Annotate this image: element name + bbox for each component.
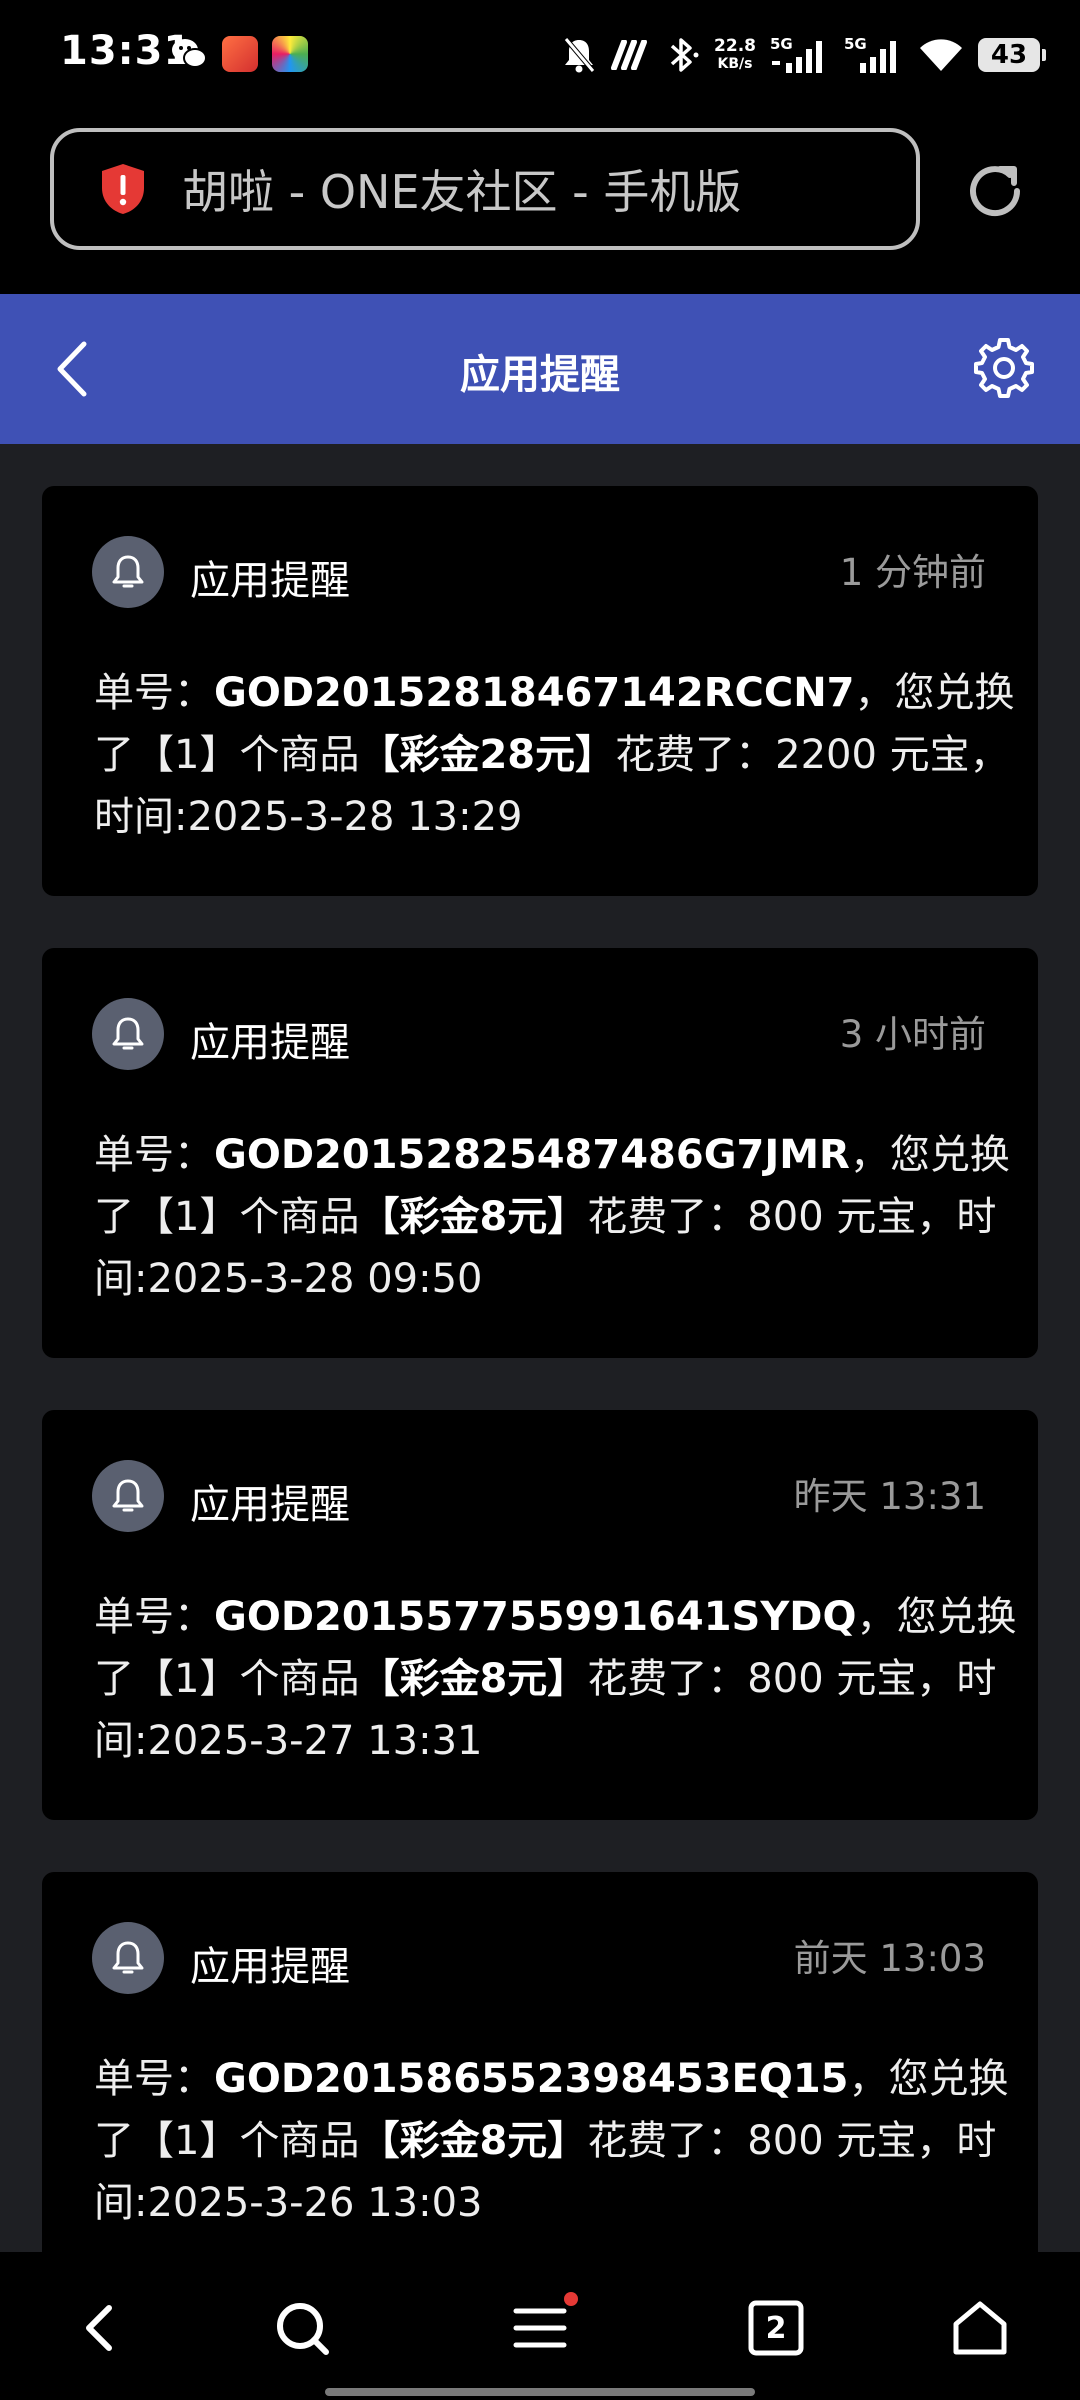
app-notification-icon	[222, 36, 258, 72]
order-number: GOD201586552398453EQ15	[214, 2056, 849, 2102]
notification-card[interactable]: 应用提醒 昨天 13:31 单号：GOD201557755991641SYDQ，…	[42, 1410, 1038, 1820]
notification-message: 单号：GOD20152818467142RCCN7，您兑换了【1】个商品【彩金2…	[94, 662, 1034, 848]
header-title: 应用提醒	[460, 352, 620, 398]
page-title: 胡啦 - ONE友社区 - 手机版	[182, 165, 742, 219]
order-number: GOD20152825487486G7JMR	[214, 1132, 850, 1178]
gear-icon[interactable]	[972, 336, 1036, 400]
bell-icon	[112, 1017, 144, 1050]
net-speed-unit: KB/s	[717, 56, 753, 72]
browser-toolbar: 胡啦 - ONE友社区 - 手机版	[0, 110, 1080, 294]
bell-avatar	[92, 536, 164, 608]
notification-time: 3 小时前	[839, 1013, 986, 1056]
notification-list[interactable]: 应用提醒 1 分钟前 单号：GOD20152818467142RCCN7，您兑换…	[0, 444, 1080, 2252]
wechat-icon	[172, 39, 207, 68]
bell-avatar	[92, 1460, 164, 1532]
order-number: GOD201557755991641SYDQ	[214, 1594, 857, 1640]
bell-icon	[112, 1941, 144, 1974]
nav-search-button[interactable]	[262, 2288, 342, 2368]
net-speed-value: 22.8	[714, 36, 756, 56]
bell-avatar	[92, 998, 164, 1070]
nav-menu-button[interactable]	[500, 2288, 580, 2368]
notification-source: 应用提醒	[190, 1482, 350, 1528]
app-header: 应用提醒	[0, 294, 1080, 444]
home-icon	[953, 2301, 1007, 2355]
order-number: GOD20152818467142RCCN7	[214, 670, 855, 716]
product-name: 【彩金8元】	[359, 2118, 588, 2164]
signal-icon	[772, 41, 822, 73]
nav-tabs-button[interactable]: 2	[736, 2288, 816, 2368]
notification-time: 昨天 13:31	[793, 1475, 986, 1518]
bell-avatar	[92, 1922, 164, 1994]
notification-card[interactable]: 应用提醒 前天 13:03 单号：GOD201586552398453EQ15，…	[42, 1872, 1038, 2252]
sim2-signal: 5G	[844, 35, 904, 75]
nav-back-button[interactable]	[60, 2288, 140, 2368]
browser-bottom-nav: 2	[0, 2252, 1080, 2400]
notification-source: 应用提醒	[190, 1020, 350, 1066]
notification-time: 1 分钟前	[839, 551, 986, 594]
tab-count: 2	[765, 2310, 787, 2346]
signal-icon	[860, 41, 896, 73]
message-prefix: 单号：	[94, 670, 214, 716]
notification-source: 应用提醒	[190, 1944, 350, 1990]
notification-dot	[564, 2292, 578, 2306]
notification-message: 单号：GOD201586552398453EQ15，您兑换了【1】个商品【彩金8…	[94, 2048, 1034, 2234]
bluetooth-icon	[670, 38, 699, 72]
status-bar: 13:31 22.8 KB/s 5G 5G 43	[0, 0, 1080, 110]
shield-alert-icon	[102, 164, 144, 214]
notification-card[interactable]: 应用提醒 3 小时前 单号：GOD20152825487486G7JMR，您兑换…	[42, 948, 1038, 1358]
gesture-bar[interactable]	[325, 2388, 755, 2396]
bell-icon	[112, 555, 144, 588]
notification-message: 单号：GOD201557755991641SYDQ，您兑换了【1】个商品【彩金8…	[94, 1586, 1034, 1772]
message-prefix: 单号：	[94, 2056, 214, 2102]
reload-icon[interactable]	[960, 156, 1030, 226]
notification-message: 单号：GOD20152825487486G7JMR，您兑换了【1】个商品【彩金8…	[94, 1124, 1034, 1310]
chevron-left-icon	[86, 2305, 112, 2351]
search-icon	[277, 2303, 329, 2355]
nfc-icon	[611, 40, 648, 70]
app-notification-icon	[272, 36, 308, 72]
status-indicators: 22.8 KB/s 5G 5G 43	[562, 30, 1046, 80]
address-bar[interactable]: 胡啦 - ONE友社区 - 手机版	[50, 128, 920, 250]
nav-home-button[interactable]	[940, 2288, 1020, 2368]
wifi-icon	[920, 39, 962, 71]
product-name: 【彩金8元】	[359, 1656, 588, 1702]
mute-bell-icon	[564, 37, 595, 73]
network-speed: 22.8 KB/s	[714, 37, 756, 73]
sim1-signal: 5G	[770, 35, 830, 75]
notification-card[interactable]: 应用提醒 1 分钟前 单号：GOD20152818467142RCCN7，您兑换…	[42, 486, 1038, 896]
notification-app-icons	[170, 36, 308, 72]
notification-source: 应用提醒	[190, 558, 350, 604]
menu-icon	[513, 2308, 567, 2348]
message-prefix: 单号：	[94, 1594, 214, 1640]
notification-time: 前天 13:03	[793, 1937, 986, 1980]
battery-indicator: 43	[978, 38, 1046, 72]
bell-icon	[112, 1479, 144, 1512]
message-prefix: 单号：	[94, 1132, 214, 1178]
product-name: 【彩金8元】	[359, 1194, 588, 1240]
product-name: 【彩金28元】	[359, 732, 616, 778]
